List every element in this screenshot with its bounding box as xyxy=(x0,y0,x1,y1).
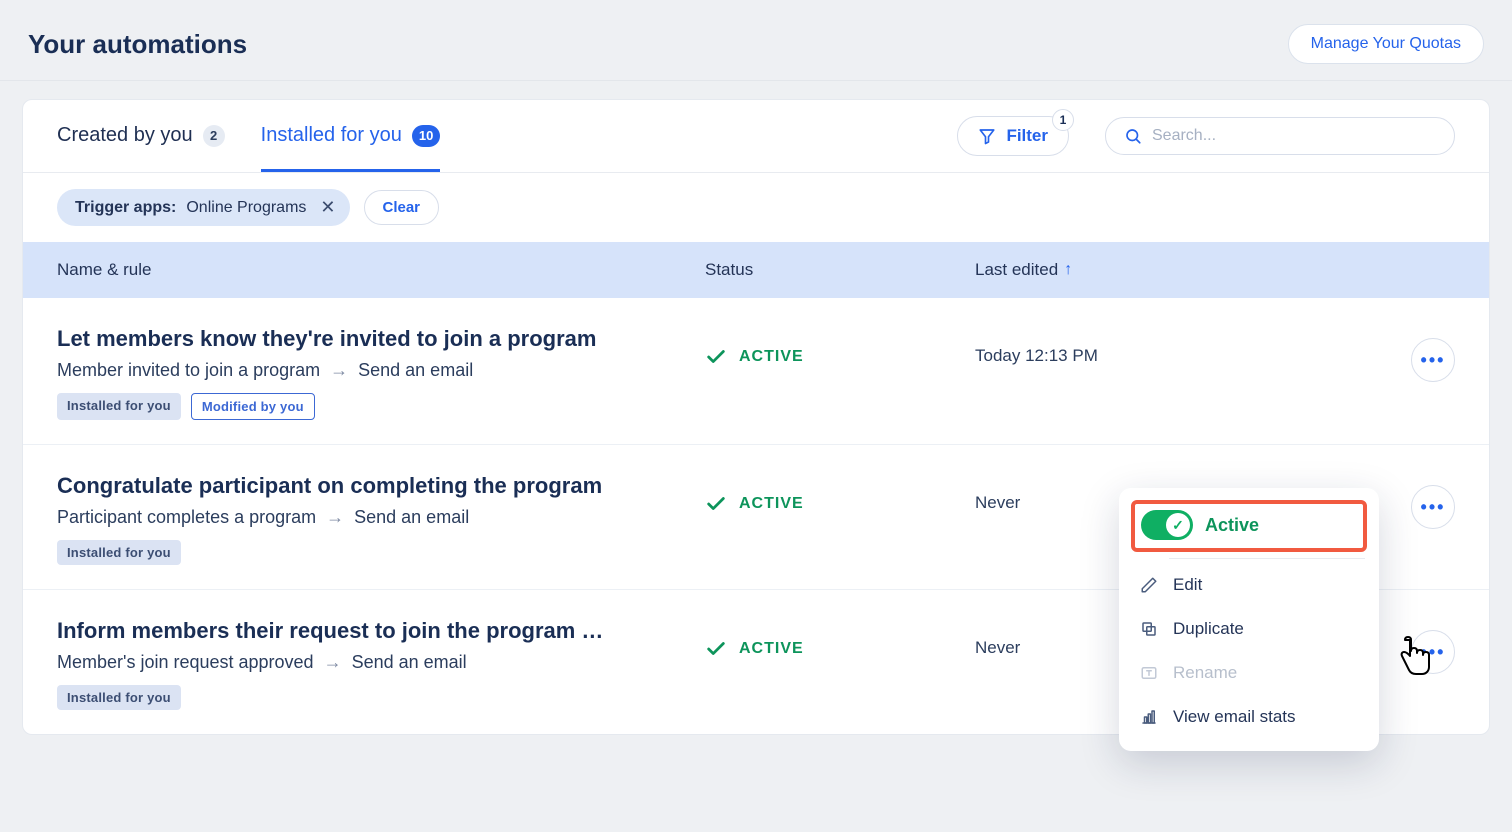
filter-label: Filter xyxy=(1006,126,1048,146)
check-icon xyxy=(705,638,727,660)
highlighted-active-toggle: ✓ Active xyxy=(1131,500,1367,552)
column-last-edited[interactable]: Last edited ↑ xyxy=(975,260,1375,280)
arrow-right-icon: → xyxy=(330,360,348,381)
status-text: ACTIVE xyxy=(739,348,804,366)
rule-action: Send an email xyxy=(352,652,467,673)
toggle-knob-check-icon: ✓ xyxy=(1166,513,1190,537)
filter-chip-trigger-apps[interactable]: Trigger apps: Online Programs ✕ xyxy=(57,189,350,226)
page-title: Your automations xyxy=(28,29,247,60)
tab-created-by-you[interactable]: Created by you 2 xyxy=(57,100,225,172)
installed-badge: Installed for you xyxy=(57,685,181,710)
tab-installed-for-you[interactable]: Installed for you 10 xyxy=(261,100,441,172)
divider xyxy=(1169,558,1365,559)
row-actions-button[interactable]: ••• xyxy=(1411,485,1455,529)
rule-trigger: Participant completes a program xyxy=(57,507,316,528)
filter-button[interactable]: Filter 1 xyxy=(957,116,1069,156)
installed-badge: Installed for you xyxy=(57,393,181,420)
automations-panel: Created by you 2 Installed for you 10 Fi… xyxy=(22,99,1490,735)
arrow-right-icon: → xyxy=(326,507,344,528)
column-last-edited-label: Last edited xyxy=(975,260,1058,280)
clear-filters-button[interactable]: Clear xyxy=(364,190,440,225)
tab-label: Installed for you xyxy=(261,124,402,147)
last-edited-value: Today 12:13 PM xyxy=(975,326,1375,366)
rule-trigger: Member invited to join a program xyxy=(57,360,320,381)
search-input[interactable] xyxy=(1152,127,1436,145)
status-active: ACTIVE xyxy=(705,473,975,515)
search-input-wrapper[interactable] xyxy=(1105,117,1455,155)
search-icon xyxy=(1124,127,1142,145)
tab-count-badge: 2 xyxy=(203,125,225,147)
menu-item-rename: Rename xyxy=(1131,651,1367,695)
filter-count-badge: 1 xyxy=(1052,109,1074,131)
arrow-right-icon: → xyxy=(324,652,342,673)
menu-label: View email stats xyxy=(1173,707,1296,727)
check-icon xyxy=(705,493,727,515)
status-active: ACTIVE xyxy=(705,618,975,660)
menu-item-edit[interactable]: Edit xyxy=(1131,563,1367,607)
status-text: ACTIVE xyxy=(739,495,804,513)
table-header: Name & rule Status Last edited ↑ xyxy=(23,242,1489,298)
chip-remove-icon[interactable]: ✕ xyxy=(316,197,335,218)
sort-ascending-icon: ↑ xyxy=(1064,261,1072,279)
menu-item-view-stats[interactable]: View email stats xyxy=(1131,695,1367,739)
row-actions-popover: ✓ Active Edit Duplicate xyxy=(1119,488,1379,751)
rule-action: Send an email xyxy=(354,507,469,528)
menu-label: Rename xyxy=(1173,663,1237,683)
menu-label: Duplicate xyxy=(1173,619,1244,639)
automation-title: Inform members their request to join the… xyxy=(57,618,705,644)
automation-rule: Participant completes a program → Send a… xyxy=(57,507,705,528)
automation-title: Congratulate participant on completing t… xyxy=(57,473,705,499)
row-actions-button[interactable]: ••• xyxy=(1411,338,1455,382)
menu-label: Edit xyxy=(1173,575,1202,595)
column-name[interactable]: Name & rule xyxy=(57,260,705,280)
tab-label: Created by you xyxy=(57,124,193,147)
rule-trigger: Member's join request approved xyxy=(57,652,314,673)
automation-rule: Member invited to join a program → Send … xyxy=(57,360,705,381)
filter-icon xyxy=(978,127,996,145)
check-icon xyxy=(705,346,727,368)
chip-label: Trigger apps: xyxy=(75,199,176,217)
row-actions-button[interactable]: ••• xyxy=(1411,630,1455,674)
rule-action: Send an email xyxy=(358,360,473,381)
status-text: ACTIVE xyxy=(739,640,804,658)
automation-rule: Member's join request approved → Send an… xyxy=(57,652,705,673)
bar-chart-icon xyxy=(1139,708,1159,726)
column-status[interactable]: Status xyxy=(705,260,975,280)
text-icon xyxy=(1139,664,1159,682)
menu-item-duplicate[interactable]: Duplicate xyxy=(1131,607,1367,651)
chip-value: Online Programs xyxy=(186,199,306,217)
status-active: ACTIVE xyxy=(705,326,975,368)
manage-quotas-button[interactable]: Manage Your Quotas xyxy=(1288,24,1484,64)
copy-icon xyxy=(1139,620,1159,638)
tab-count-badge: 10 xyxy=(412,125,440,147)
active-toggle[interactable]: ✓ xyxy=(1141,510,1193,540)
table-row[interactable]: Let members know they're invited to join… xyxy=(23,298,1489,445)
active-toggle-label: Active xyxy=(1205,515,1259,536)
pencil-icon xyxy=(1139,576,1159,594)
automation-title: Let members know they're invited to join… xyxy=(57,326,705,352)
modified-badge: Modified by you xyxy=(191,393,315,420)
installed-badge: Installed for you xyxy=(57,540,181,565)
